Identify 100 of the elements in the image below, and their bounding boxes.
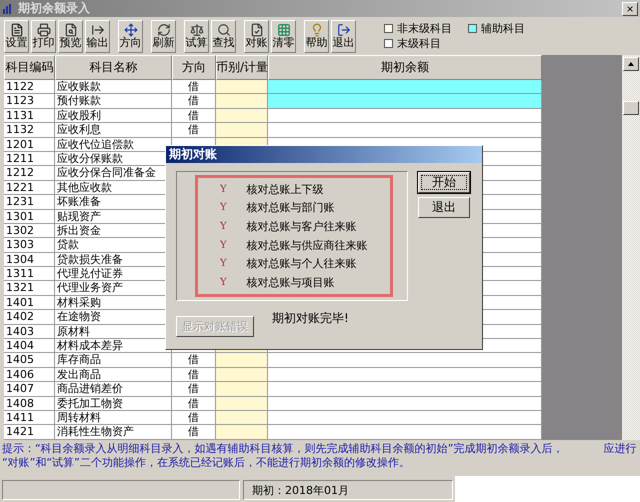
legend-label: 非末级科目 bbox=[397, 21, 452, 36]
check-label: 核对总账与项目账 bbox=[246, 275, 335, 290]
scrollbar[interactable] bbox=[622, 55, 640, 440]
code-cell: 1311 bbox=[4, 267, 55, 282]
app-icon bbox=[2, 2, 14, 14]
column-header: 方向 bbox=[172, 55, 216, 80]
code-cell: 1123 bbox=[4, 94, 55, 109]
name-cell: 周转材料 bbox=[55, 410, 172, 426]
toolbar-button[interactable]: 方向 bbox=[118, 20, 143, 52]
code-cell: 1211 bbox=[4, 152, 55, 166]
code-cell: 1407 bbox=[4, 382, 55, 397]
code-cell: 1403 bbox=[4, 324, 55, 340]
currency-cell bbox=[216, 353, 268, 368]
check-label: 核对总账与客户往来账 bbox=[246, 219, 357, 234]
exit-icon bbox=[336, 23, 350, 37]
code-cell: 1304 bbox=[4, 252, 55, 268]
code-cell: 1231 bbox=[4, 195, 55, 210]
code-cell: 1212 bbox=[4, 166, 55, 181]
status-period: 期初：2018年01月 bbox=[243, 480, 453, 500]
move-icon bbox=[124, 23, 138, 37]
toolbar-button[interactable]: 查找 bbox=[211, 20, 236, 52]
check-label: 核对总账与部门账 bbox=[246, 200, 335, 216]
window-title: 期初余额录入 bbox=[18, 0, 91, 17]
currency-cell bbox=[216, 382, 268, 397]
check-mark: Y bbox=[220, 258, 227, 270]
name-cell: 发出商品 bbox=[55, 368, 172, 382]
legend-label: 辅助科目 bbox=[481, 21, 525, 36]
export-icon bbox=[90, 23, 104, 37]
code-cell: 1131 bbox=[4, 108, 55, 124]
code-cell: 1321 bbox=[4, 281, 55, 296]
hint-text: 应进行 bbox=[603, 442, 636, 456]
name-cell: 应收账款 bbox=[55, 80, 172, 94]
code-cell: 1404 bbox=[4, 339, 55, 354]
code-cell: 1402 bbox=[4, 310, 55, 325]
currency-cell bbox=[216, 396, 268, 411]
check-label: 核对总账与个人往来账 bbox=[246, 256, 357, 272]
toolbar-button[interactable]: 输出 bbox=[85, 20, 110, 52]
currency-cell bbox=[216, 410, 268, 426]
name-cell: 商品进销差价 bbox=[55, 382, 172, 397]
check-label: 核对总账上下级 bbox=[246, 182, 324, 197]
toolbar-button[interactable]: 设置 bbox=[4, 20, 29, 52]
toolbar-button[interactable]: 退出 bbox=[331, 20, 356, 52]
code-cell: 1301 bbox=[4, 210, 55, 224]
column-header: 科目名称 bbox=[55, 55, 172, 80]
code-cell: 1406 bbox=[4, 368, 55, 382]
check-mark: Y bbox=[220, 184, 227, 195]
currency-cell bbox=[216, 123, 268, 138]
legend-label: 末级科目 bbox=[397, 36, 441, 51]
code-cell: 1132 bbox=[4, 123, 55, 138]
scale-icon bbox=[190, 23, 204, 37]
code-cell: 1408 bbox=[4, 396, 55, 411]
code-cell: 1122 bbox=[4, 80, 55, 94]
toolbar-button[interactable]: 对账 bbox=[244, 20, 269, 52]
code-cell: 1401 bbox=[4, 296, 55, 310]
close-button[interactable]: × bbox=[622, 2, 638, 16]
printer-icon bbox=[36, 23, 50, 37]
currency-cell bbox=[216, 425, 268, 440]
check-mark: Y bbox=[220, 240, 227, 251]
currency-cell bbox=[216, 108, 268, 124]
currency-cell bbox=[216, 368, 268, 382]
column-header: 科目编码 bbox=[4, 55, 55, 80]
code-cell: 1405 bbox=[4, 353, 55, 368]
search-icon bbox=[216, 23, 230, 37]
document-icon bbox=[10, 23, 24, 37]
hint-text: 提示：“科目余额录入从明细科目录入，如遇有辅助科目核算，则先完成辅助科目余额的初始”完成期初余额录入后， bbox=[2, 442, 564, 456]
refresh-icon bbox=[156, 23, 170, 37]
check-label: 核对总账与供应商往来账 bbox=[246, 238, 368, 253]
code-cell: 1411 bbox=[4, 410, 55, 426]
toolbar-button[interactable]: 试算 bbox=[184, 20, 209, 52]
grid-icon bbox=[276, 23, 290, 37]
check-mark: Y bbox=[220, 277, 227, 288]
name-cell: 应收股利 bbox=[55, 108, 172, 124]
name-cell: 委托加工物资 bbox=[55, 396, 172, 411]
currency-cell bbox=[216, 80, 268, 94]
name-cell: 预付账款 bbox=[55, 94, 172, 109]
name-cell: 应收利息 bbox=[55, 123, 172, 138]
name-cell: 消耗性生物资产 bbox=[55, 425, 172, 440]
column-header: 期初余额 bbox=[268, 55, 542, 80]
toolbar-button[interactable]: 打印 bbox=[31, 20, 56, 52]
toolbar-button[interactable]: 清零 bbox=[271, 20, 296, 52]
scroll-thumb[interactable] bbox=[623, 101, 639, 115]
dialog-button[interactable]: 退出 bbox=[418, 197, 470, 218]
toolbar-button[interactable]: 预览 bbox=[58, 20, 83, 52]
code-cell: 1303 bbox=[4, 238, 55, 253]
code-cell: 1221 bbox=[4, 180, 55, 196]
toolbar-button[interactable]: 帮助 bbox=[304, 20, 329, 52]
code-cell: 1421 bbox=[4, 425, 55, 440]
check-mark: Y bbox=[220, 221, 227, 232]
check-document-icon bbox=[250, 23, 264, 37]
check-mark: Y bbox=[220, 202, 227, 214]
dialog-button[interactable]: 开始 bbox=[418, 172, 470, 193]
code-cell: 1201 bbox=[4, 138, 55, 152]
code-cell: 1302 bbox=[4, 224, 55, 238]
toolbar-button[interactable]: 刷新 bbox=[151, 20, 176, 52]
scroll-up-button[interactable] bbox=[623, 57, 639, 71]
preview-icon bbox=[64, 23, 78, 37]
currency-cell bbox=[216, 94, 268, 109]
status-message: 期初对账完毕! bbox=[272, 310, 349, 326]
hint-text: “对账”和“试算”二个功能操作，在系统已经记账后，不能进行期初余额的修改操作。 bbox=[2, 456, 410, 470]
name-cell: 库存商品 bbox=[55, 353, 172, 368]
